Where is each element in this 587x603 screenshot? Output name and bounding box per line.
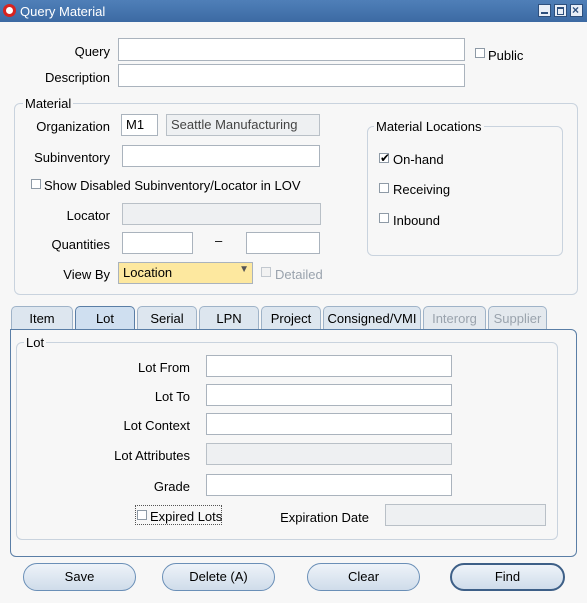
lot-from-label: Lot From [137,360,190,375]
expiration-date-label: Expiration Date [280,510,369,525]
minimize-icon[interactable] [538,4,551,17]
tab-serial[interactable]: Serial [137,306,197,329]
organization-code-input[interactable]: M1 [121,114,158,136]
quantities-label: Quantities [51,237,110,252]
inbound-checkbox[interactable] [379,213,389,223]
view-by-label: View By [63,267,110,282]
close-icon[interactable]: × [570,3,583,17]
lot-attributes-field[interactable] [206,443,452,465]
grade-label: Grade [153,479,190,494]
subinventory-input[interactable] [122,145,320,167]
query-label: Query [74,44,110,59]
subinventory-label: Subinventory [34,150,110,165]
show-disabled-label: Show Disabled Subinventory/Locator in LO… [44,178,301,193]
tab-lpn[interactable]: LPN [199,306,259,329]
material-locations-title: Material Locations [374,119,484,134]
lot-to-label: Lot To [154,389,190,404]
locator-label: Locator [66,208,110,223]
description-label: Description [44,70,110,85]
clear-button[interactable]: Clear [307,563,420,591]
lot-context-label: Lot Context [123,418,191,433]
save-button[interactable]: Save [23,563,136,591]
public-label: Public [488,48,524,63]
tab-consigned-vmi[interactable]: Consigned/VMI [323,306,421,329]
lot-group-title: Lot [24,335,47,350]
tab-project[interactable]: Project [261,306,321,329]
lot-to-input[interactable] [206,384,452,406]
detailed-label: Detailed [275,267,323,282]
organization-label: Organization [36,119,110,134]
expired-lots-checkbox[interactable] [137,510,147,520]
chevron-down-icon: ▼ [239,264,249,275]
receiving-checkbox[interactable] [379,183,389,193]
quantities-from-input[interactable] [122,232,193,254]
delete-button[interactable]: Delete (A) [162,563,275,591]
view-by-select[interactable]: Location ▼ [118,262,253,284]
oracle-logo-icon [3,4,16,17]
material-group-title: Material [23,96,74,111]
description-input[interactable] [118,64,465,87]
locator-field [122,203,321,225]
tab-supplier: Supplier [488,306,547,329]
find-button[interactable]: Find [450,563,565,591]
onhand-checkbox[interactable]: ✔ [379,152,390,164]
view-by-value: Location [123,265,173,280]
quantities-to-input[interactable] [246,232,320,254]
expiration-date-field [385,504,546,526]
quantities-separator: – [215,233,223,248]
tab-lot[interactable]: Lot [75,306,135,330]
detailed-checkbox [261,267,271,277]
tab-item[interactable]: Item [11,306,73,329]
query-input[interactable] [118,38,465,61]
lot-from-input[interactable] [206,355,452,377]
maximize-icon[interactable] [554,4,567,17]
organization-name-field: Seattle Manufacturing [166,114,320,136]
window-title: Query Material [20,4,106,19]
public-checkbox[interactable] [475,48,485,58]
grade-input[interactable] [206,474,452,496]
lot-context-input[interactable] [206,413,452,435]
expired-lots-label: Expired Lots [150,509,223,524]
show-disabled-checkbox[interactable] [31,179,41,189]
inbound-label: Inbound [393,213,440,228]
lot-attributes-label: Lot Attributes [114,448,190,463]
onhand-label: On-hand [393,152,444,167]
receiving-label: Receiving [393,182,451,197]
tab-interorg: Interorg [423,306,486,329]
